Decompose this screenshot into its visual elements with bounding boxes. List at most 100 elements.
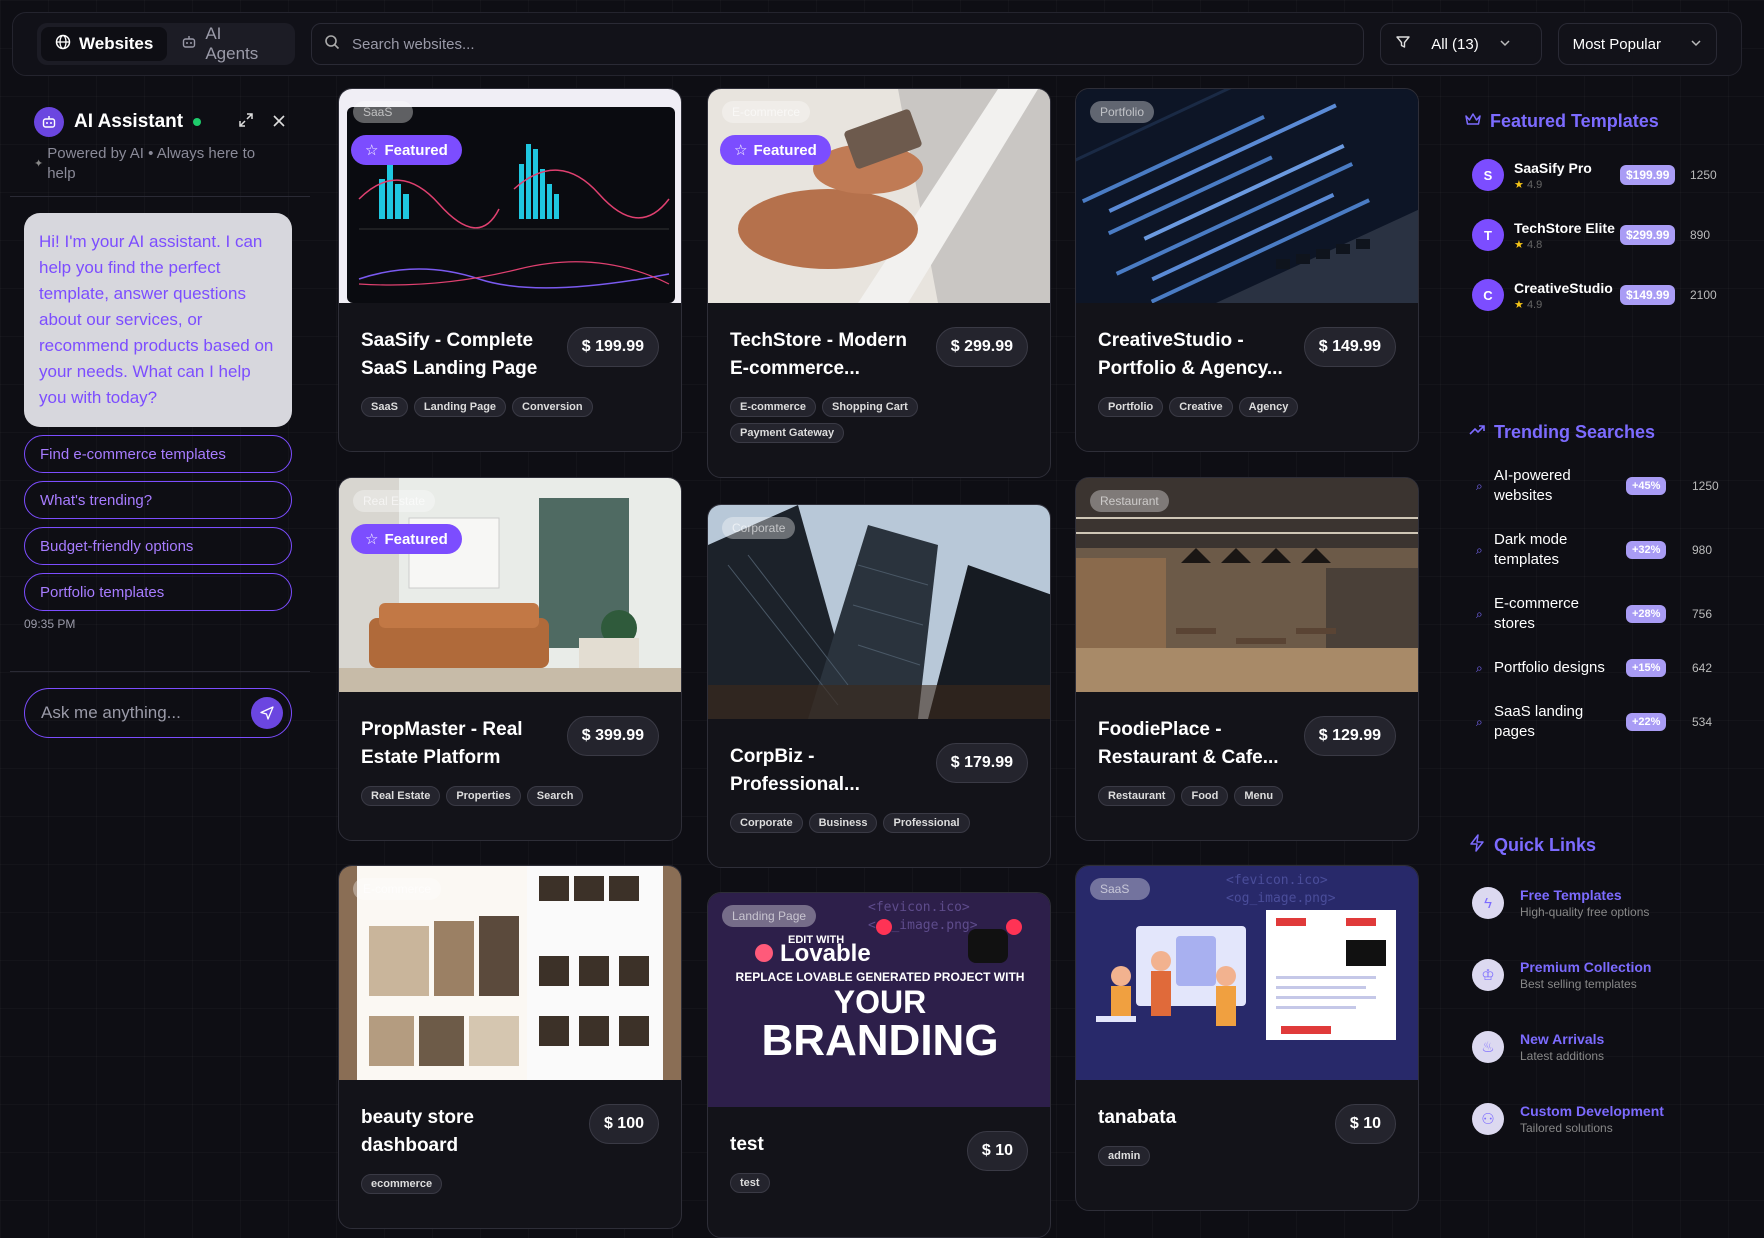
sort-dropdown[interactable]: Most Popular	[1557, 23, 1717, 65]
search-icon: ⌕	[1476, 478, 1483, 493]
tag: Agency	[1238, 397, 1299, 417]
featured-badge: ☆ Featured	[351, 524, 462, 554]
template-price: $149.99	[1620, 285, 1676, 305]
chevron-down-icon	[1499, 36, 1511, 53]
template-card[interactable]: Corporate CorpBiz - Professional... $ 17…	[707, 504, 1051, 868]
template-title: tanabata	[1098, 1107, 1177, 1128]
users-icon: ⚇	[1472, 1103, 1504, 1135]
chat-input[interactable]: Ask me anything...	[24, 688, 292, 738]
featured-template-item[interactable]: C CreativeStudio ★ 4.9 $149.99 2100	[1456, 265, 1746, 325]
quick-link-subtitle: High-quality free options	[1520, 905, 1650, 919]
tag: Business	[808, 813, 878, 833]
trending-item[interactable]: ⌕ Dark mode templates +32% 980	[1456, 518, 1746, 582]
tag: test	[730, 1173, 770, 1193]
svg-text:YOUR: YOUR	[834, 984, 926, 1020]
tag: ecommerce	[361, 1174, 443, 1194]
star-icon: ☆	[734, 142, 748, 159]
trending-label: E-commerce stores	[1494, 595, 1580, 632]
search-placeholder: Search websites...	[351, 35, 475, 53]
svg-text:REPLACE LOVABLE GENERATED PROJ: REPLACE LOVABLE GENERATED PROJECT WITH	[736, 970, 1025, 984]
star-icon: ★	[1514, 298, 1524, 311]
quick-link-subtitle: Tailored solutions	[1520, 1121, 1613, 1135]
sparkle-icon: ✦	[34, 158, 44, 170]
suggestion-chip[interactable]: Portfolio templates	[24, 573, 292, 611]
expand-icon[interactable]	[238, 112, 254, 133]
featured-template-item[interactable]: S SaaSify Pro ★ 4.9 $199.99 1250	[1456, 145, 1746, 205]
tag-list: ecommerce	[361, 1174, 659, 1206]
trending-up-icon	[1468, 421, 1486, 444]
price-badge: $ 399.99	[566, 716, 659, 756]
tag: Portfolio	[1098, 397, 1164, 417]
template-rating: ★ 4.9	[1514, 178, 1543, 191]
top-bar: Websites AI Agents Search websites... Al…	[12, 12, 1742, 76]
category-badge: Portfolio	[1090, 101, 1155, 123]
suggestion-chip[interactable]: Find e-commerce templates	[24, 435, 292, 473]
template-title: PropMaster - Real Estate Platform	[361, 719, 523, 768]
search-count: 980	[1692, 543, 1713, 557]
template-title: beauty store dashboard	[361, 1107, 474, 1156]
price-badge: $ 100	[588, 1104, 659, 1144]
featured-templates-heading: Featured Templates	[1464, 110, 1746, 133]
template-price: $299.99	[1620, 225, 1676, 245]
assistant-avatar	[34, 107, 64, 137]
quick-link[interactable]: ♔ Premium Collection Best selling templa…	[1456, 939, 1746, 1011]
trend-percent: +45%	[1626, 477, 1667, 495]
trending-item[interactable]: ⌕ AI-powered websites +45% 1250	[1456, 454, 1746, 518]
trending-label: AI-powered websites	[1494, 467, 1571, 504]
quick-links-heading: Quick Links	[1468, 834, 1746, 857]
trending-searches-heading: Trending Searches	[1468, 421, 1746, 444]
trend-percent: +15%	[1626, 659, 1667, 677]
template-name: CreativeStudio	[1514, 279, 1613, 296]
globe-icon	[55, 34, 71, 55]
assistant-title: AI Assistant	[74, 111, 184, 132]
tag: Professional	[883, 813, 970, 833]
tag: Properties	[446, 786, 521, 806]
suggestion-chip[interactable]: Budget-friendly options	[24, 527, 292, 565]
template-thumbnail: Portfolio	[1076, 89, 1418, 304]
quick-link-title: New Arrivals	[1520, 1031, 1605, 1047]
right-sidebar: Featured Templates S SaaSify Pro ★ 4.9 $…	[1456, 96, 1746, 1155]
template-rating: ★ 4.8	[1514, 238, 1543, 251]
trending-item[interactable]: ⌕ SaaS landing pages +22% 534	[1456, 690, 1746, 754]
template-card[interactable]: Real Estate ☆ Featured PropMaster - Real …	[338, 477, 682, 841]
send-icon	[260, 706, 274, 720]
quick-link[interactable]: ϟ Free Templates High-quality free optio…	[1456, 867, 1746, 939]
suggestion-chip[interactable]: What's trending?	[24, 481, 292, 519]
template-title: TechStore - Modern E-commerce...	[730, 330, 907, 379]
category-badge: SaaS	[353, 101, 413, 123]
featured-templates-list: S SaaSify Pro ★ 4.9 $199.99 1250 T TechS…	[1456, 145, 1746, 325]
template-card[interactable]: E-commerce ☆ Featured TechStore - Modern …	[707, 88, 1051, 478]
template-card[interactable]: Restaurant FoodiePlace - Restaurant & Ca…	[1075, 477, 1419, 841]
trending-label: SaaS landing pages	[1494, 703, 1584, 740]
search-input[interactable]: Search websites...	[310, 23, 1365, 65]
tag: Shopping Cart	[822, 397, 918, 417]
filter-dropdown[interactable]: All (13)	[1380, 23, 1542, 65]
quick-link[interactable]: ⚇ Custom Development Tailored solutions	[1456, 1083, 1746, 1155]
crown-icon	[1464, 110, 1482, 133]
featured-template-item[interactable]: T TechStore Elite ★ 4.8 $299.99 890	[1456, 205, 1746, 265]
tab-ai-agents[interactable]: AI Agents	[167, 24, 291, 63]
template-avatar: C	[1472, 279, 1504, 311]
template-card[interactable]: SaaS ☆ Featured SaaSify - Complete SaaS L…	[338, 88, 682, 452]
ai-assistant-panel: AI Assistant ✦ Powered by AI • Always he…	[10, 96, 310, 756]
template-thumbnail: Restaurant	[1076, 478, 1418, 692]
quick-link[interactable]: ♨ New Arrivals Latest additions	[1456, 1011, 1746, 1083]
tag: Real Estate	[361, 786, 441, 806]
template-card[interactable]: E-commerce beauty store dashboard $ 100 …	[338, 865, 682, 1229]
template-card[interactable]: <fevicon.ico> <og_image.png> SaaS tanaba…	[1075, 865, 1419, 1211]
tag: Food	[1181, 786, 1229, 806]
trending-item[interactable]: ⌕ E-commerce stores +28% 756	[1456, 582, 1746, 646]
bolt-icon: ϟ	[1472, 887, 1504, 919]
search-icon: ⌕	[1476, 542, 1483, 557]
template-rating: ★ 4.9	[1514, 298, 1543, 311]
trending-item[interactable]: ⌕ Portfolio designs +15% 642	[1456, 646, 1746, 690]
template-avatar: T	[1472, 219, 1504, 251]
template-title: FoodiePlace - Restaurant & Cafe...	[1098, 719, 1279, 768]
template-card[interactable]: <fevicon.ico> <og_image.png> EDIT WITH L…	[707, 892, 1051, 1238]
close-icon[interactable]	[272, 112, 286, 133]
tag: Corporate	[730, 813, 803, 833]
send-button[interactable]	[251, 697, 283, 729]
sales-count: 2100	[1690, 288, 1717, 302]
template-card[interactable]: Portfolio CreativeStudio - Portfolio & A…	[1075, 88, 1419, 452]
tab-websites[interactable]: Websites	[41, 27, 168, 61]
